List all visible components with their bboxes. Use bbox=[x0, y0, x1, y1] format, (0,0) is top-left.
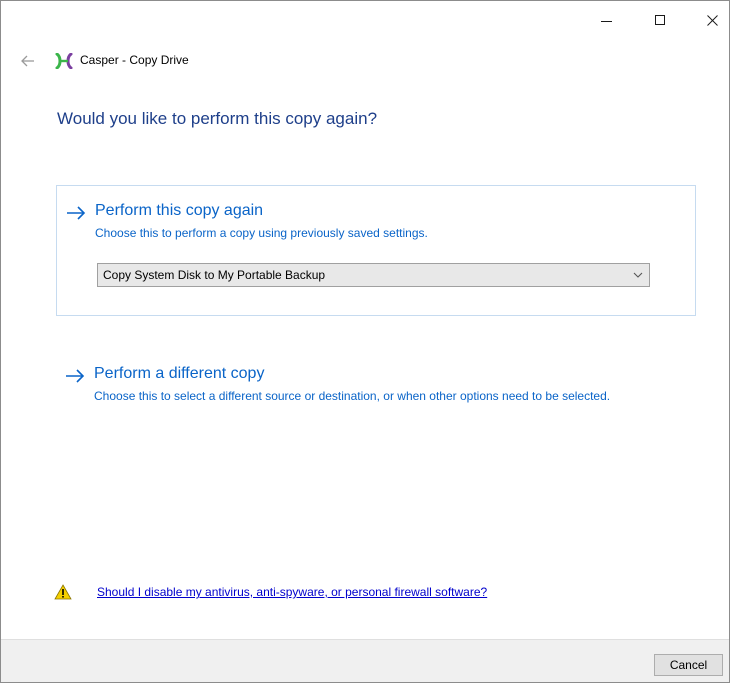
option-title[interactable]: Perform this copy again bbox=[95, 202, 263, 220]
antivirus-help-link[interactable]: Should I disable my antivirus, anti-spyw… bbox=[97, 585, 487, 599]
maximize-button[interactable] bbox=[637, 1, 683, 39]
page-heading: Would you like to perform this copy agai… bbox=[57, 109, 378, 128]
footer-bar: Cancel bbox=[1, 639, 729, 682]
right-arrow-icon bbox=[66, 369, 85, 383]
close-icon bbox=[706, 14, 718, 26]
close-button[interactable] bbox=[689, 1, 729, 39]
option-perform-copy-again[interactable]: Perform this copy again Choose this to p… bbox=[56, 185, 696, 316]
chevron-down-icon bbox=[633, 272, 643, 278]
app-name: Casper bbox=[80, 53, 119, 67]
casper-copy-drive-window: Casper - Copy Drive Would you like to pe… bbox=[0, 0, 730, 683]
minimize-icon bbox=[600, 20, 612, 22]
saved-copy-select[interactable]: Copy System Disk to My Portable Backup bbox=[97, 263, 650, 287]
select-value: Copy System Disk to My Portable Backup bbox=[103, 268, 326, 282]
back-arrow-icon[interactable] bbox=[20, 54, 36, 68]
minimize-button[interactable] bbox=[583, 1, 629, 39]
option-description: Choose this to perform a copy using prev… bbox=[95, 226, 428, 240]
casper-logo-icon bbox=[55, 53, 73, 69]
option-title[interactable]: Perform a different copy bbox=[94, 365, 264, 383]
title-separator: - bbox=[118, 53, 130, 67]
option-description: Choose this to select a different source… bbox=[94, 389, 611, 403]
window-title: Casper - Copy Drive bbox=[80, 53, 189, 67]
maximize-icon bbox=[655, 15, 665, 25]
cancel-button[interactable]: Cancel bbox=[654, 654, 723, 676]
page-name: Copy Drive bbox=[129, 53, 189, 67]
option-perform-different-copy[interactable]: Perform a different copy Choose this to … bbox=[56, 357, 696, 437]
right-arrow-icon bbox=[67, 206, 86, 220]
warning-icon bbox=[54, 584, 72, 600]
